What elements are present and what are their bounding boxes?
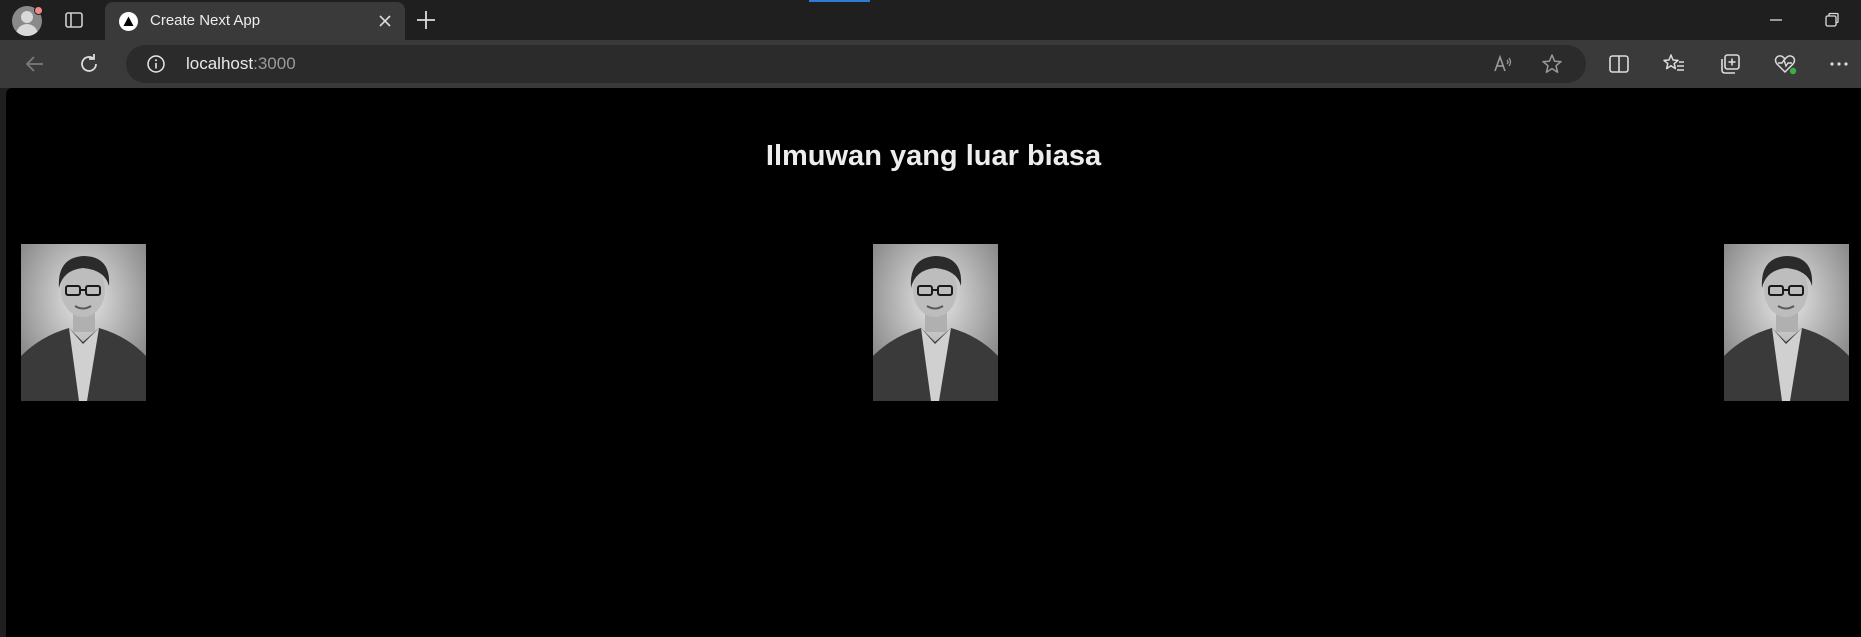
scientist-photo [873, 244, 998, 401]
scientist-photo [21, 244, 146, 401]
tab-actions-icon[interactable] [64, 10, 84, 30]
read-aloud-icon[interactable] [1492, 53, 1514, 75]
plus-icon[interactable] [414, 8, 438, 32]
collections-icon[interactable] [1718, 52, 1742, 76]
tab-title: Create Next App [150, 12, 261, 29]
info-icon[interactable] [146, 54, 166, 74]
browser-toolbar: localhost:3000 [0, 40, 1861, 88]
url-host: localhost [186, 54, 254, 73]
back-arrow-icon[interactable] [23, 52, 47, 76]
tab-create-next-app[interactable]: Create Next App [105, 2, 405, 40]
address-bar[interactable]: localhost:3000 [126, 45, 1586, 83]
restore-icon[interactable] [1822, 10, 1842, 30]
url-text: localhost:3000 [186, 54, 296, 74]
nextjs-triangle-icon [119, 12, 138, 31]
drag-region-indicator [809, 0, 870, 2]
heartbeat-icon[interactable] [1773, 52, 1797, 76]
close-icon[interactable] [375, 11, 395, 31]
page-heading: Ilmuwan yang luar biasa [765, 140, 1102, 172]
star-icon[interactable] [1541, 53, 1563, 75]
minimize-icon[interactable] [1766, 10, 1786, 30]
tab-bar: Create Next App [0, 0, 1861, 40]
page-viewport: Ilmuwan yang luar biasa [6, 88, 1861, 637]
scientist-photo [1724, 244, 1849, 401]
url-port: :3000 [253, 54, 296, 73]
favorites-list-icon[interactable] [1662, 52, 1686, 76]
profile-notification-dot [34, 6, 43, 15]
reload-icon[interactable] [77, 52, 101, 76]
split-screen-icon[interactable] [1607, 52, 1631, 76]
more-dots-icon[interactable] [1827, 52, 1851, 76]
